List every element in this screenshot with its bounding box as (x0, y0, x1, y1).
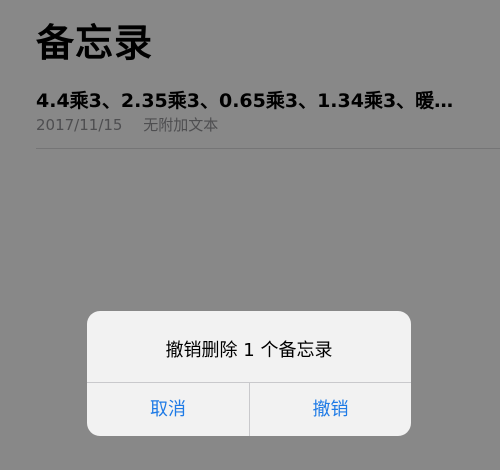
alert-message: 撤销删除 1 个备忘录 (165, 340, 333, 361)
undo-delete-alert: 撤销删除 1 个备忘录 取消 撤销 (87, 311, 411, 436)
cancel-button[interactable]: 取消 (87, 383, 249, 436)
undo-button[interactable]: 撤销 (250, 383, 411, 436)
